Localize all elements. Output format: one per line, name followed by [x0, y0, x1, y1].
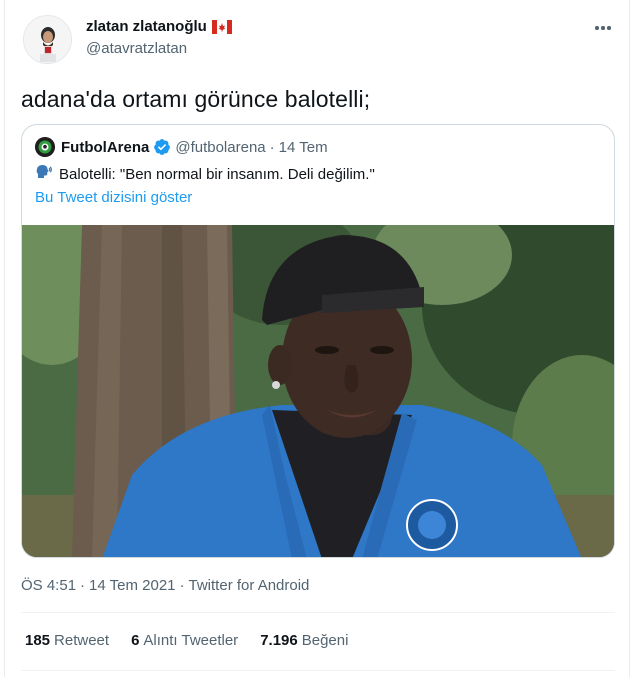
author-display-name: zlatan zlatanoğlu: [86, 18, 207, 35]
quoted-tweet-photo[interactable]: [22, 225, 614, 557]
divider: [21, 670, 615, 671]
quoted-author-handle: @futbolarena: [175, 138, 266, 156]
likes-label: Beğeni: [301, 632, 349, 649]
retweets-label: Retweet: [54, 632, 110, 649]
quoted-date: 14 Tem: [278, 138, 328, 156]
meta-separator: ·: [179, 577, 185, 594]
quoted-tweet-text: Balotelli: "Ben normal bir insanım. Deli…: [59, 165, 375, 183]
meta-separator: ·: [80, 577, 86, 594]
quote-tweets-count: 6: [131, 632, 140, 649]
tweet-stats: 185 Retweet 6 Alıntı Tweetler 7.196 Beğe…: [25, 632, 348, 649]
quote-tweets-label: Alıntı Tweetler: [143, 632, 239, 649]
tweet-meta: ÖS 4:51 · 14 Tem 2021 · Twitter for Andr…: [21, 577, 309, 594]
quoted-author-name: FutbolArena: [61, 138, 150, 156]
retweets-count: 185: [25, 632, 51, 649]
more-dot-icon: [607, 26, 611, 30]
balotelli-photo: [22, 225, 614, 557]
tweet-date[interactable]: 14 Tem 2021: [89, 577, 175, 594]
likes-stat[interactable]: 7.196 Beğeni: [260, 632, 348, 649]
author-display-name-row[interactable]: zlatan zlatanoğlu: [86, 18, 232, 35]
more-dot-icon: [595, 26, 599, 30]
author-handle[interactable]: @atavratzlatan: [86, 40, 187, 57]
quote-tweets-stat[interactable]: 6 Alıntı Tweetler: [131, 632, 238, 649]
quoted-author-avatar: [35, 137, 55, 157]
more-options-button[interactable]: [591, 18, 615, 38]
show-thread-link[interactable]: Bu Tweet dizisini göster: [35, 189, 192, 206]
more-dot-icon: [601, 26, 605, 30]
quoted-tweet-text-row: Balotelli: "Ben normal bir insanım. Deli…: [35, 163, 375, 185]
quoted-tweet-header: FutbolArena @futbolarena · 14 Tem: [61, 138, 328, 156]
divider: [21, 612, 615, 613]
tweet-text: adana'da ortamı görünce balotelli;: [21, 86, 371, 112]
canada-flag-icon: [211, 19, 232, 34]
quoted-tweet-card[interactable]: FutbolArena @futbolarena · 14 Tem Balote…: [21, 124, 615, 558]
author-avatar[interactable]: [23, 15, 72, 64]
author-avatar-image: [24, 16, 71, 63]
likes-count: 7.196: [260, 632, 298, 649]
quoted-separator: ·: [269, 138, 275, 156]
retweets-stat[interactable]: 185 Retweet: [25, 632, 109, 649]
speaking-head-icon: [35, 163, 53, 185]
verified-badge-icon: [153, 138, 171, 156]
tweet-time[interactable]: ÖS 4:51: [21, 577, 76, 594]
tweet-source[interactable]: Twitter for Android: [189, 577, 310, 594]
